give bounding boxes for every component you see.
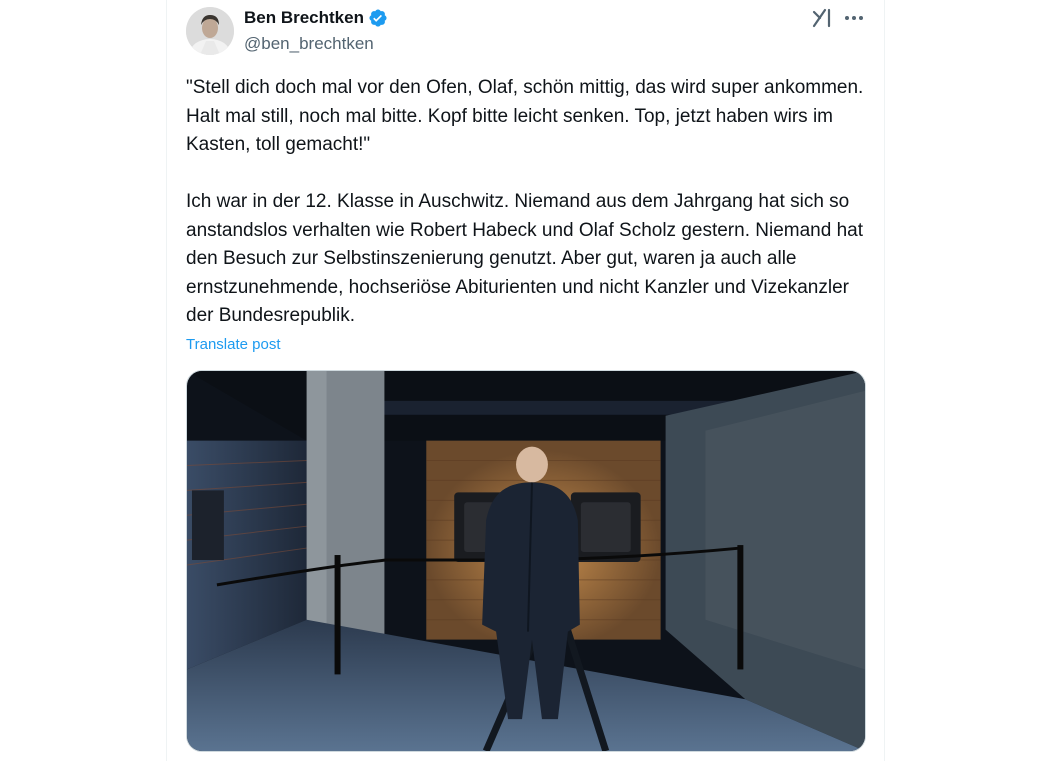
translate-post-link[interactable]: Translate post bbox=[186, 336, 281, 353]
author-handle[interactable]: @ben_brechtken bbox=[244, 34, 374, 54]
tweet-paragraph-2: Ich war in der 12. Klasse in Auschwitz. … bbox=[186, 191, 869, 326]
verified-badge-icon bbox=[368, 8, 388, 28]
tweet-photo[interactable] bbox=[186, 370, 866, 752]
tweet-paragraph-1: "Stell dich doch mal vor den Ofen, Olaf,… bbox=[186, 77, 869, 155]
more-dots-icon[interactable] bbox=[842, 6, 866, 30]
tweet-text: "Stell dich doch mal vor den Ofen, Olaf,… bbox=[186, 74, 866, 331]
avatar[interactable] bbox=[186, 7, 234, 55]
avatar-photo bbox=[186, 7, 234, 55]
author-name[interactable]: Ben Brechtken bbox=[244, 8, 364, 28]
grok-icon[interactable] bbox=[810, 6, 834, 30]
crematorium-photo bbox=[187, 371, 865, 751]
